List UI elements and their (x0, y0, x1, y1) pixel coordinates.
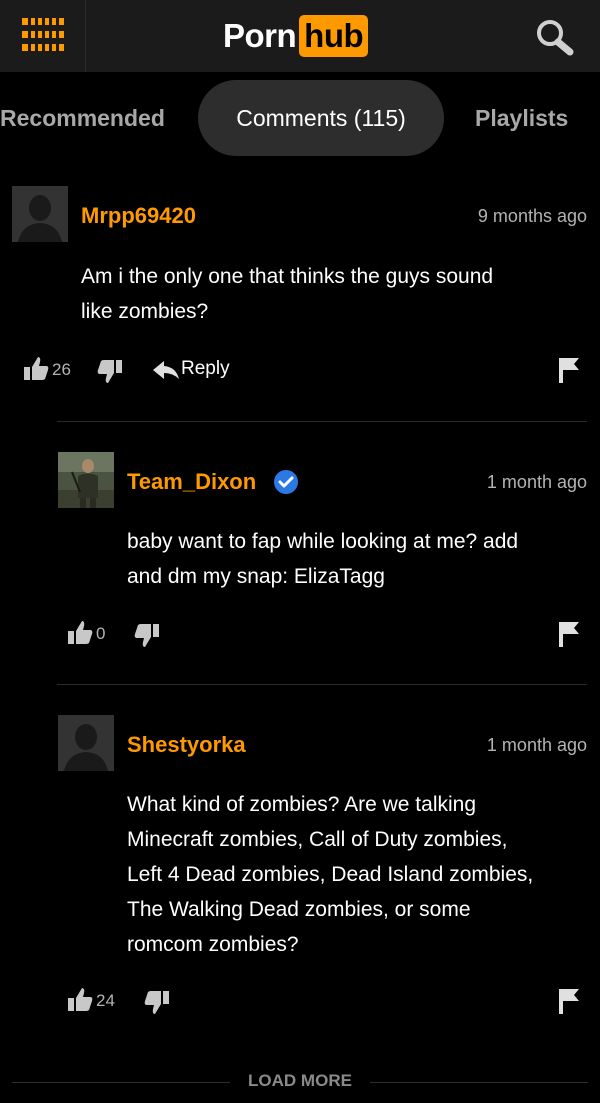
thumbs-down-icon[interactable] (133, 622, 161, 650)
like-count: 24 (96, 991, 115, 1010)
load-more-button[interactable]: LOAD MORE (232, 1071, 368, 1091)
photo-avatar (58, 452, 114, 508)
like-count: 26 (52, 360, 71, 379)
comment-text: What kind of zombies? Are we talking Min… (127, 787, 587, 962)
comment-text: Am i the only one that thinks the guys s… (81, 259, 586, 329)
flag-icon[interactable] (557, 620, 581, 648)
thumbs-down-icon[interactable] (143, 989, 171, 1017)
logo-text-part2: hub (299, 15, 369, 57)
search-button[interactable] (528, 16, 580, 58)
thumbs-down-icon[interactable] (96, 358, 124, 386)
tab-recommended[interactable]: Recommended (0, 80, 165, 156)
reply-label: Reply (181, 358, 230, 379)
comment-text-line: What kind of zombies? Are we talking (127, 793, 477, 816)
comment-text-line: baby want to fap while looking at me? ad… (127, 530, 519, 553)
flag-icon[interactable] (557, 356, 581, 384)
verified-badge-icon (274, 470, 298, 494)
comment-text-line: The Walking Dead zombies, or some (127, 898, 471, 921)
comment-actions: 0 (0, 618, 600, 650)
search-icon (537, 20, 574, 56)
menu-button[interactable] (0, 0, 86, 72)
top-header: Porn hub (0, 0, 600, 72)
hamburger-menu-icon (22, 17, 64, 53)
comment-username[interactable]: Team_Dixon (127, 469, 256, 495)
comment-divider (57, 684, 587, 685)
tab-playlists[interactable]: Playlists (475, 80, 568, 156)
comment-text-line: Minecraft zombies, Call of Duty zombies, (127, 828, 508, 851)
user-avatar[interactable] (58, 715, 114, 771)
tab-bar: Recommended Comments (115) Playlists (0, 80, 600, 156)
comment-actions: 26 Reply (0, 354, 600, 386)
comment-actions: 24 (0, 985, 600, 1017)
default-avatar-icon (12, 186, 68, 242)
site-logo[interactable]: Porn hub (223, 14, 369, 58)
comment-divider (57, 421, 587, 422)
comment-text-line: and dm my snap: ElizaTagg (127, 565, 385, 588)
reply-button[interactable]: Reply (152, 358, 232, 384)
comment-text-line: Am i the only one that thinks the guys s… (81, 265, 494, 288)
comment-text: baby want to fap while looking at me? ad… (127, 524, 587, 594)
logo-text-part1: Porn (223, 17, 297, 54)
reply-arrow-icon (153, 361, 179, 379)
tab-comments[interactable]: Comments (115) (198, 80, 444, 156)
comment-text-line: Left 4 Dead zombies, Dead Island zombies… (127, 863, 534, 886)
comment-text-line: romcom zombies? (127, 933, 299, 956)
comment-text-line: like zombies? (81, 300, 209, 323)
load-more-section: LOAD MORE (0, 1066, 600, 1096)
comment-username[interactable]: Shestyorka (127, 732, 246, 758)
thumbs-up-icon[interactable] (22, 354, 50, 382)
flag-icon[interactable] (557, 987, 581, 1015)
thumbs-up-icon[interactable] (66, 618, 94, 646)
comment-username[interactable]: Mrpp69420 (81, 203, 196, 229)
comment-timestamp: 1 month ago (486, 735, 587, 755)
thumbs-up-icon[interactable] (66, 985, 94, 1013)
comment-timestamp: 1 month ago (486, 472, 587, 492)
default-avatar-icon (58, 715, 114, 771)
user-avatar[interactable] (12, 186, 68, 242)
comment-timestamp: 9 months ago (477, 206, 587, 226)
load-more-divider-right (370, 1082, 588, 1083)
load-more-divider-left (12, 1082, 230, 1083)
like-count: 0 (96, 624, 106, 643)
user-avatar[interactable] (58, 452, 114, 508)
